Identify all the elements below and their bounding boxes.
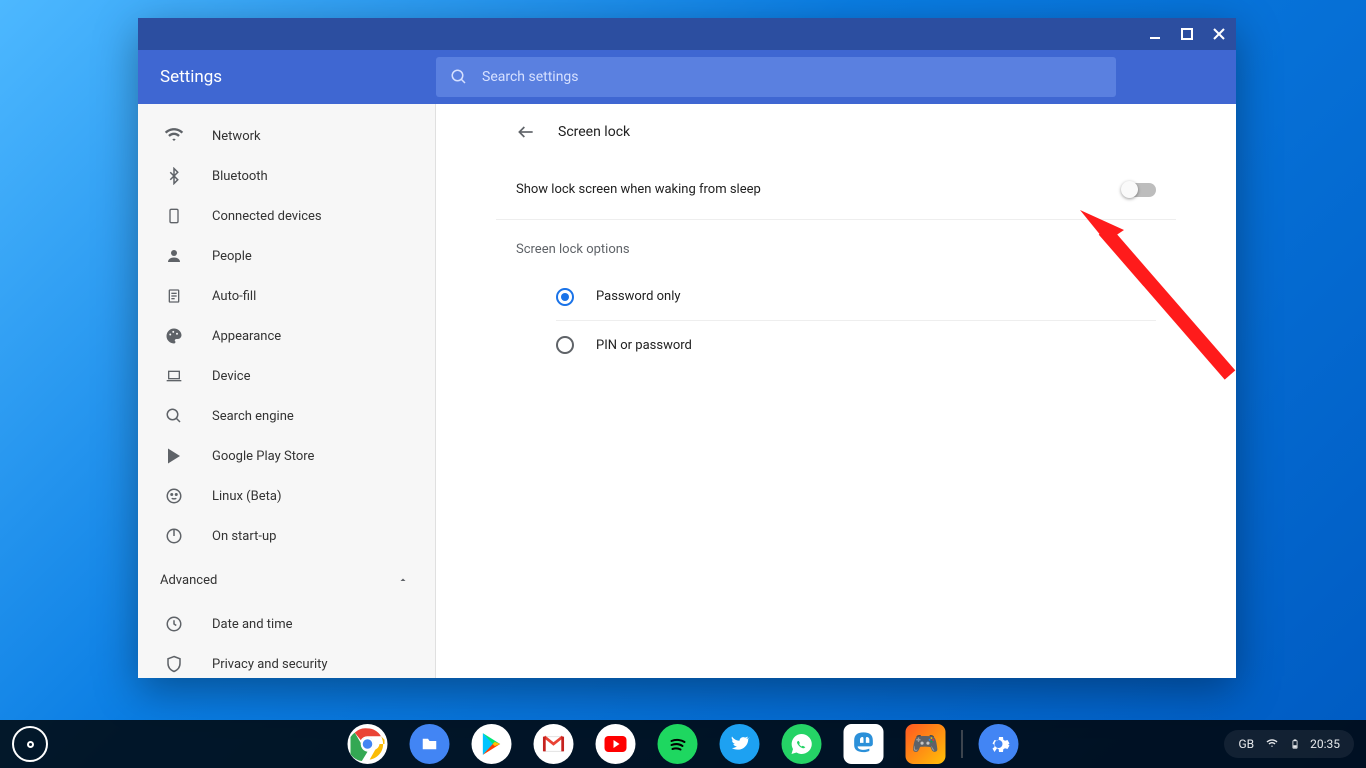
tray-time: 20:35 [1310,737,1340,751]
sidebar-item-autofill[interactable]: Auto-fill [138,276,435,316]
sidebar-item-label: Date and time [212,617,293,632]
clock-icon [164,614,184,634]
back-button[interactable] [514,120,538,144]
radio-icon [556,288,574,306]
search-input[interactable] [482,69,1102,85]
option-label: PIN or password [596,338,692,353]
system-tray[interactable]: GB 20:35 [1224,730,1354,758]
sidebar-item-bluetooth[interactable]: Bluetooth [138,156,435,196]
search-box[interactable] [436,57,1116,97]
launcher-icon [27,741,34,748]
sidebar-item-label: Auto-fill [212,289,256,304]
sidebar-item-device[interactable]: Device [138,356,435,396]
sidebar-item-startup[interactable]: On start-up [138,516,435,556]
wifi-icon [164,126,184,146]
app-title: Settings [160,67,436,87]
app-gmail[interactable] [534,724,574,764]
sidebar-item-linux[interactable]: Linux (Beta) [138,476,435,516]
sidebar-item-appearance[interactable]: Appearance [138,316,435,356]
power-icon [164,526,184,546]
sidebar-item-network[interactable]: Network [138,116,435,156]
sidebar-item-label: People [212,249,252,264]
sidebar-item-label: Network [212,129,261,144]
bluetooth-icon [164,166,184,186]
sidebar-item-people[interactable]: People [138,236,435,276]
main-content: Screen lock Show lock screen when waking… [436,104,1236,678]
minimize-button[interactable] [1146,25,1164,43]
shelf-apps: 🎮 [348,724,1019,764]
shield-icon [164,654,184,674]
sidebar-advanced-toggle[interactable]: Advanced [138,556,435,604]
option-password-only[interactable]: Password only [556,273,1156,321]
search-icon [450,68,468,86]
app-youtube[interactable] [596,724,636,764]
laptop-icon [164,366,184,386]
screen-lock-options: Password only PIN or password [496,273,1176,369]
option-pin-or-password[interactable]: PIN or password [556,321,1156,369]
wifi-status-icon [1264,738,1280,750]
app-header: Settings [138,50,1236,104]
launcher-button[interactable] [12,726,48,762]
sidebar-item-label: Bluetooth [212,169,268,184]
shelf-separator [962,730,963,758]
toggle-label: Show lock screen when waking from sleep [516,182,761,197]
radio-icon [556,336,574,354]
sidebar-item-label: Linux (Beta) [212,489,281,504]
window-titlebar [138,18,1236,50]
battery-status-icon [1290,736,1300,752]
person-icon [164,246,184,266]
sidebar-item-play-store[interactable]: Google Play Store [138,436,435,476]
play-store-icon [164,446,184,466]
toggle-row-lock-on-wake: Show lock screen when waking from sleep [496,160,1176,220]
settings-window: Settings Network Bluetooth Connected dev… [138,18,1236,678]
options-heading: Screen lock options [496,220,1176,273]
sidebar-item-label: Appearance [212,329,281,344]
app-files[interactable] [410,724,450,764]
app-settings-active[interactable] [979,724,1019,764]
sidebar-item-label: Search engine [212,409,294,424]
app-game[interactable]: 🎮 [906,724,946,764]
sidebar-advanced-label: Advanced [160,573,217,588]
chevron-up-icon [397,574,409,586]
app-mastodon[interactable] [844,724,884,764]
phone-icon [164,206,184,226]
sidebar-item-connected-devices[interactable]: Connected devices [138,196,435,236]
app-spotify[interactable] [658,724,698,764]
sidebar-item-label: Privacy and security [212,657,328,672]
clipboard-icon [164,286,184,306]
maximize-button[interactable] [1178,25,1196,43]
app-play-store[interactable] [472,724,512,764]
sidebar-item-label: Device [212,369,251,384]
sidebar-item-privacy[interactable]: Privacy and security [138,644,435,678]
sidebar-item-date-time[interactable]: Date and time [138,604,435,644]
tray-locale: GB [1238,737,1254,751]
toggle-lock-on-wake[interactable] [1123,183,1156,197]
palette-icon [164,326,184,346]
sidebar: Network Bluetooth Connected devices Peop… [138,104,436,678]
sidebar-item-search-engine[interactable]: Search engine [138,396,435,436]
sidebar-item-label: Google Play Store [212,449,314,464]
option-label: Password only [596,289,681,304]
toggle-knob [1121,181,1138,198]
close-button[interactable] [1210,25,1228,43]
shelf: 🎮 GB 20:35 [0,720,1366,768]
linux-icon [164,486,184,506]
page-title: Screen lock [558,124,630,140]
app-chrome[interactable] [348,724,388,764]
app-twitter[interactable] [720,724,760,764]
search-icon [164,406,184,426]
app-whatsapp[interactable] [782,724,822,764]
page-header: Screen lock [496,104,1176,160]
sidebar-item-label: On start-up [212,529,276,544]
sidebar-item-label: Connected devices [212,209,322,224]
